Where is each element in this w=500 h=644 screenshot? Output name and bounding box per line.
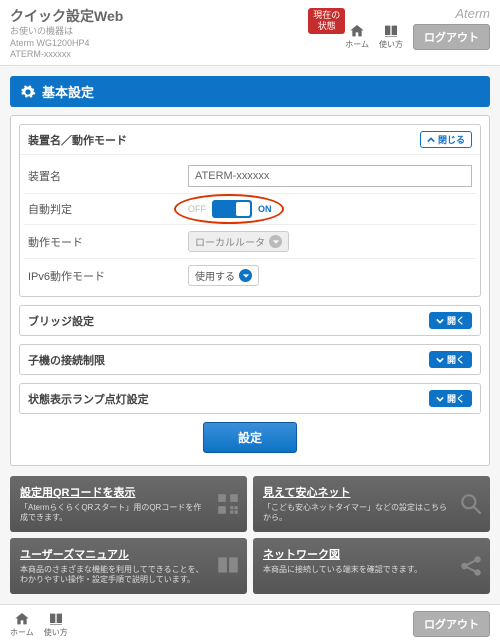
- share-icon: [458, 553, 484, 579]
- section-bridge: ブリッジ設定 開く: [19, 305, 481, 336]
- expand-button[interactable]: 開く: [429, 351, 472, 368]
- link-cards: 設定用QRコードを表示 「AtermらくらくQRスタート」用のQRコードを作成で…: [10, 476, 490, 594]
- home-link[interactable]: ホーム: [345, 23, 369, 50]
- app-title: クイック設定Web: [10, 6, 302, 26]
- magnifier-icon: [458, 491, 484, 517]
- section-lamp: 状態表示ランプ点灯設定 開く: [19, 383, 481, 414]
- top-bar: クイック設定Web お使いの機器は Aterm WG1200HP4 ATERM-…: [0, 0, 500, 66]
- toggle-switch[interactable]: [212, 200, 252, 218]
- book-icon: [382, 23, 400, 39]
- apply-button[interactable]: 設定: [203, 422, 297, 453]
- card-safenet[interactable]: 見えて安心ネット 「こども安心ネットタイマー」などの設定はこちらから。: [253, 476, 490, 532]
- section-device-mode: 装置名／動作モード 閉じる 装置名 自動判定 OFF: [19, 124, 481, 297]
- book-icon: [47, 611, 65, 627]
- device-sub1: お使いの機器は: [10, 26, 302, 38]
- section-header[interactable]: 状態表示ランプ点灯設定 開く: [20, 384, 480, 413]
- content: 基本設定 装置名／動作モード 閉じる 装置名 自動判定: [0, 66, 500, 604]
- howto-link[interactable]: 使い方: [379, 23, 403, 50]
- gear-icon: [20, 84, 36, 100]
- footer: ホーム 使い方 ログアウト: [0, 604, 500, 644]
- title-area: クイック設定Web お使いの機器は Aterm WG1200HP4 ATERM-…: [10, 6, 302, 61]
- home-link[interactable]: ホーム: [10, 611, 34, 638]
- section-header[interactable]: 装置名／動作モード 閉じる: [20, 125, 480, 155]
- section-header[interactable]: ブリッジ設定 開く: [20, 306, 480, 335]
- auto-detect-toggle[interactable]: OFF ON: [188, 200, 472, 218]
- current-status-button[interactable]: 現在の 状態: [308, 8, 345, 34]
- chevron-down-icon: [436, 395, 444, 403]
- top-right: Aterm ホーム 使い方 ログアウト: [345, 6, 490, 50]
- card-network[interactable]: ネットワーク図 本商品に接続している端末を確認できます。: [253, 538, 490, 594]
- row-auto-detect: 自動判定 OFF ON: [24, 194, 476, 225]
- collapse-button[interactable]: 閉じる: [420, 131, 472, 148]
- ipv6-select[interactable]: 使用する: [188, 265, 259, 286]
- card-qr[interactable]: 設定用QRコードを表示 「AtermらくらくQRスタート」用のQRコードを作成で…: [10, 476, 247, 532]
- section-header[interactable]: 子機の接続制限 開く: [20, 345, 480, 374]
- expand-button[interactable]: 開く: [429, 390, 472, 407]
- expand-button[interactable]: 開く: [429, 312, 472, 329]
- device-sub3: ATERM-xxxxxx: [10, 49, 302, 61]
- settings-pane: 装置名／動作モード 閉じる 装置名 自動判定 OFF: [10, 115, 490, 466]
- home-icon: [348, 23, 366, 39]
- chevron-up-icon: [427, 136, 435, 144]
- page-banner: 基本設定: [10, 76, 490, 107]
- howto-link[interactable]: 使い方: [44, 611, 68, 638]
- chevron-down-icon: [436, 317, 444, 325]
- row-mode: 動作モード ローカルルータ: [24, 225, 476, 259]
- banner-title: 基本設定: [42, 82, 94, 101]
- brand-logo: Aterm: [455, 6, 490, 21]
- device-name-input[interactable]: [188, 165, 472, 187]
- row-ipv6: IPv6動作モード 使用する: [24, 259, 476, 292]
- chevron-down-icon: [239, 269, 252, 282]
- chevron-down-icon: [436, 356, 444, 364]
- book-icon: [215, 553, 241, 579]
- logout-button[interactable]: ログアウト: [413, 24, 490, 50]
- device-sub2: Aterm WG1200HP4: [10, 38, 302, 50]
- qr-icon: [215, 491, 241, 517]
- row-device-name: 装置名: [24, 159, 476, 194]
- chevron-down-icon: [269, 235, 282, 248]
- mode-select[interactable]: ローカルルータ: [188, 231, 289, 252]
- section-child-limit: 子機の接続制限 開く: [19, 344, 481, 375]
- logout-button[interactable]: ログアウト: [413, 611, 490, 637]
- home-icon: [13, 611, 31, 627]
- card-manual[interactable]: ユーザーズマニュアル 本商品のさまざまな機能を利用してできることを、わかりやすい…: [10, 538, 247, 594]
